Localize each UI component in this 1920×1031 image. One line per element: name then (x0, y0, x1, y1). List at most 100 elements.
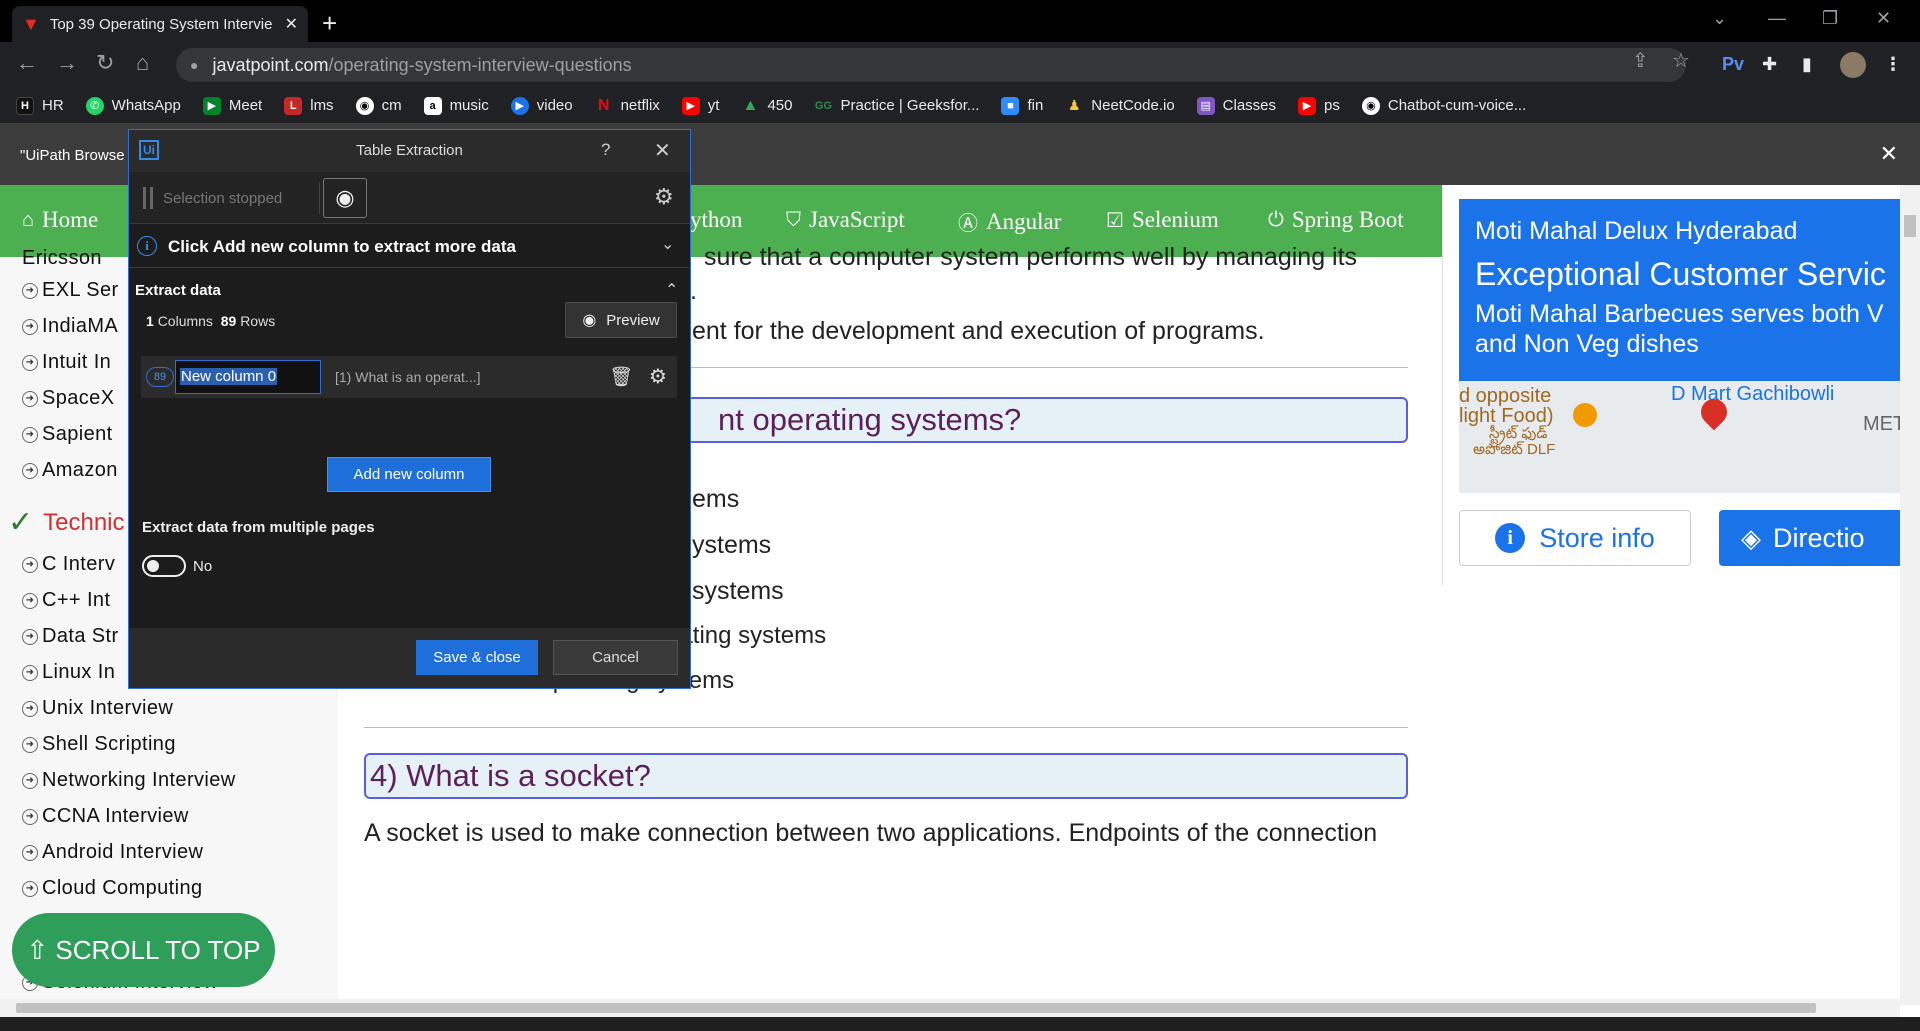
scrollbar-thumb[interactable] (16, 1003, 1816, 1013)
bookmark-yt[interactable]: ▶ yt (681, 96, 719, 115)
technical-section-header: ✓ Technic (8, 506, 125, 539)
sidebar-link[interactable]: ➜ C++ Int (22, 589, 110, 612)
map-label: అపోజిట్ DLF (1473, 441, 1556, 458)
bookmark-video[interactable]: ▶ video (510, 96, 573, 115)
arrow-circle-icon: ➜ (22, 844, 38, 861)
menu-kebab-icon[interactable]: ⋮ (1884, 54, 1902, 75)
bookmark-ps[interactable]: ▶ ps (1298, 96, 1340, 115)
map-label: MET (1863, 413, 1900, 435)
sidebar-link[interactable]: ➜ IndiaMA (22, 315, 118, 338)
cancel-button[interactable]: Cancel (553, 640, 678, 675)
scroll-to-top-button[interactable]: ⇧ SCROLL TO TOP (12, 913, 275, 987)
bookmark-whatsapp[interactable]: ✆ WhatsApp (85, 96, 181, 115)
bookmark-450[interactable]: ▲ 450 (741, 97, 793, 115)
sidebar-link[interactable]: ➜ SpaceX (22, 387, 114, 410)
reload-icon[interactable]: ↻ (96, 50, 114, 76)
sidebar-link[interactable]: ➜ Sapient (22, 423, 113, 446)
directions-button[interactable]: ◈ Directio (1719, 510, 1900, 566)
home-icon[interactable]: ⌂ (136, 50, 149, 76)
eye-icon[interactable]: ◉ (323, 178, 367, 218)
restore-icon[interactable]: ❐ (1822, 8, 1838, 29)
bookmark-netflix[interactable]: Nnetflix (595, 97, 660, 115)
infobar-close-icon[interactable]: ✕ (1880, 141, 1898, 167)
gear-icon[interactable]: ⚙ (649, 364, 667, 389)
nav-spring-boot[interactable]: ⏻ Spring Boot (1268, 207, 1404, 233)
close-tab-icon[interactable]: ✕ (285, 14, 298, 34)
gear-icon[interactable]: ⚙ (654, 184, 674, 210)
bookmark-fin[interactable]: ■ fin (1001, 96, 1043, 115)
bookmark-chatbot[interactable]: ◉ Chatbot-cum-voice... (1361, 96, 1526, 115)
sidebar-link-ericsson[interactable]: Ericsson (22, 247, 102, 270)
nav-python[interactable]: ython (690, 207, 742, 233)
extensions-puzzle-icon[interactable]: ✚ (1762, 54, 1777, 75)
pv-extension-icon[interactable]: Pv (1722, 54, 1744, 75)
prime-video-icon: ▶ (510, 96, 529, 115)
sidebar-link[interactable]: ➜ Shell Scripting (22, 733, 176, 756)
horizontal-scrollbar[interactable] (0, 999, 1900, 1017)
minimize-icon[interactable]: — (1768, 8, 1786, 29)
back-icon[interactable]: ← (16, 50, 38, 76)
bookmark-neetcode[interactable]: ♟ NeetCode.io (1065, 97, 1175, 115)
ad-map[interactable]: d opposite light Food) స్ట్రీట్ ఫుడ్ అపో… (1459, 381, 1900, 493)
pause-icon[interactable] (143, 187, 153, 209)
paragraph-text: sure that a computer system performs wel… (704, 243, 1358, 271)
map-label: D Mart Gachibowli (1671, 383, 1835, 405)
lock-icon[interactable]: ● (190, 57, 198, 73)
tab-search-icon[interactable]: ⌄ (1712, 8, 1727, 29)
bookmark-meet[interactable]: ▶ Meet (202, 96, 262, 115)
sidebar-link[interactable]: ➜ Linux In (22, 661, 115, 684)
column-row: 89 New column 0 [1) What is an operat...… (141, 356, 677, 398)
nav-javascript[interactable]: ⛉ JavaScript (786, 207, 905, 233)
sidebar-link[interactable]: ➜ Cloud Computing (22, 877, 203, 900)
ad-banner[interactable]: Moti Mahal Delux Hyderabad Exceptional C… (1459, 199, 1900, 381)
browser-tab[interactable]: ▼ Top 39 Operating System Intervie ✕ (12, 6, 308, 42)
new-tab-icon[interactable]: + (322, 8, 337, 39)
add-new-column-button[interactable]: Add new column (327, 457, 491, 492)
nav-home[interactable]: ⌂ Home (22, 207, 98, 233)
trash-icon[interactable]: 🗑 (609, 365, 633, 389)
chevron-up-icon[interactable]: ⌃ (665, 280, 678, 300)
address-bar[interactable]: ● javatpoint.com /operating-system-inter… (176, 48, 1686, 82)
classes-icon: ▤ (1196, 96, 1215, 115)
sidebar-link[interactable]: ➜ Intuit In (22, 351, 111, 374)
nav-angular[interactable]: Ⓐ Angular (958, 207, 1061, 236)
side-panel-icon[interactable]: ▮ (1802, 54, 1812, 75)
preview-button[interactable]: ◉ Preview (565, 302, 677, 338)
eye-icon: ◉ (582, 312, 597, 329)
sidebar-link[interactable]: ➜ C Interv (22, 553, 115, 576)
share-icon[interactable]: ⇪ (1632, 48, 1649, 73)
store-info-button[interactable]: i Store info (1459, 510, 1691, 566)
sidebar-link[interactable]: ➜ Data Str (22, 625, 119, 648)
neetcode-icon: ♟ (1068, 97, 1081, 113)
bookmark-star-icon[interactable]: ☆ (1672, 48, 1690, 73)
chevron-down-icon[interactable]: ⌄ (661, 234, 674, 254)
help-button[interactable]: ? (601, 140, 610, 160)
forward-icon[interactable]: → (56, 50, 78, 76)
multi-page-toggle[interactable] (142, 555, 186, 577)
sidebar-link[interactable]: ➜ Amazon (22, 459, 118, 482)
sidebar-link[interactable]: ➜ Android Interview (22, 841, 203, 864)
column-name-input[interactable]: New column 0 (175, 360, 321, 394)
profile-avatar[interactable] (1840, 52, 1866, 78)
arrow-circle-icon: ➜ (22, 700, 38, 717)
sidebar-link[interactable]: ➜ EXL Ser (22, 279, 119, 302)
bookmark-lms[interactable]: Llms (284, 96, 334, 115)
window-close-icon[interactable]: ✕ (1876, 8, 1891, 29)
scrollbar-thumb[interactable] (1904, 215, 1916, 237)
columns-count: 1 (146, 313, 154, 329)
sidebar-link[interactable]: ➜ Networking Interview (22, 769, 236, 792)
bookmark-classes[interactable]: ▤ Classes (1196, 96, 1276, 115)
bookmark-cm[interactable]: ◉ cm (355, 96, 402, 115)
arrow-circle-icon: ➜ (22, 390, 38, 407)
save-close-button[interactable]: Save & close (416, 640, 538, 675)
vertical-scrollbar[interactable] (1900, 185, 1920, 1005)
dialog-close-icon[interactable]: ✕ (654, 138, 671, 163)
sidebar-link[interactable]: ➜ Unix Interview (22, 697, 173, 720)
bookmark-hr[interactable]: H HR (16, 96, 64, 115)
bookmark-music[interactable]: a music (423, 96, 489, 115)
nav-selenium[interactable]: ☑ Selenium (1106, 207, 1219, 233)
list-item: systems (692, 577, 784, 605)
bookmark-geeksforgeeks[interactable]: GG Practice | Geeksfor... (814, 97, 980, 115)
sidebar-link[interactable]: ➜ CCNA Interview (22, 805, 189, 828)
hint-row[interactable]: i Click Add new column to extract more d… (129, 224, 690, 268)
